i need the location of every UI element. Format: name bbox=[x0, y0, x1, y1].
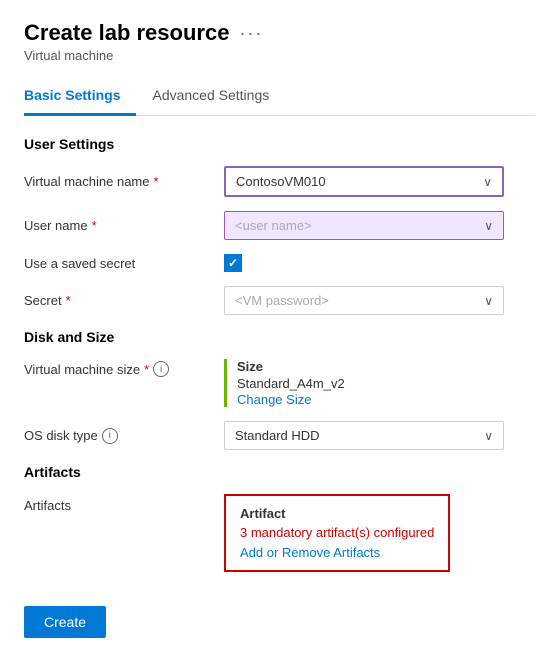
required-star-vm-name: * bbox=[154, 174, 159, 189]
section-artifacts: Artifacts bbox=[24, 464, 535, 480]
label-os-disk: OS disk type i bbox=[24, 428, 224, 444]
checkbox-saved-secret[interactable]: ✓ bbox=[224, 254, 242, 272]
check-icon: ✓ bbox=[228, 256, 238, 270]
control-os-disk: Standard HDD ∨ bbox=[224, 421, 535, 450]
chevron-icon-user-name: ∨ bbox=[484, 219, 493, 233]
control-secret: <VM password> ∨ bbox=[224, 286, 535, 315]
form-row-os-disk: OS disk type i Standard HDD ∨ bbox=[24, 421, 535, 450]
dropdown-os-disk-value: Standard HDD bbox=[235, 428, 484, 443]
tab-basic[interactable]: Basic Settings bbox=[24, 79, 136, 116]
checkbox-container-saved-secret: ✓ bbox=[224, 254, 242, 272]
dropdown-os-disk[interactable]: Standard HDD ∨ bbox=[224, 421, 504, 450]
control-saved-secret: ✓ bbox=[224, 254, 535, 272]
title-dots[interactable]: ··· bbox=[239, 23, 263, 44]
label-vm-name: Virtual machine name * bbox=[24, 174, 224, 189]
control-vm-name: ContosoVM010 ∨ bbox=[224, 166, 535, 197]
form-row-vm-size: Virtual machine size * i Size Standard_A… bbox=[24, 359, 535, 407]
form-row-artifacts: Artifacts Artifact 3 mandatory artifact(… bbox=[24, 494, 535, 572]
artifacts-box: Artifact 3 mandatory artifact(s) configu… bbox=[224, 494, 450, 572]
chevron-icon-secret: ∨ bbox=[484, 294, 493, 308]
dropdown-secret-placeholder: <VM password> bbox=[235, 293, 484, 308]
dropdown-vm-name-value: ContosoVM010 bbox=[236, 174, 483, 189]
size-label: Size bbox=[237, 359, 345, 374]
label-vm-size: Virtual machine size * i bbox=[24, 359, 224, 377]
control-vm-size: Size Standard_A4m_v2 Change Size bbox=[224, 359, 535, 407]
form-row-vm-name: Virtual machine name * ContosoVM010 ∨ bbox=[24, 166, 535, 197]
page-subtitle: Virtual machine bbox=[24, 48, 535, 63]
required-star-user-name: * bbox=[92, 218, 97, 233]
label-user-name: User name * bbox=[24, 218, 224, 233]
info-icon-vm-size[interactable]: i bbox=[153, 361, 169, 377]
form-row-user-name: User name * <user name> ∨ bbox=[24, 211, 535, 240]
label-saved-secret: Use a saved secret bbox=[24, 256, 224, 271]
form-row-secret: Secret * <VM password> ∨ bbox=[24, 286, 535, 315]
change-size-link[interactable]: Change Size bbox=[237, 392, 311, 407]
add-remove-artifacts-link[interactable]: Add or Remove Artifacts bbox=[240, 545, 380, 560]
create-button[interactable]: Create bbox=[24, 606, 106, 638]
dropdown-secret[interactable]: <VM password> ∨ bbox=[224, 286, 504, 315]
chevron-icon-os-disk: ∨ bbox=[484, 429, 493, 443]
size-value: Standard_A4m_v2 bbox=[237, 376, 345, 391]
artifact-title: Artifact bbox=[240, 506, 434, 521]
section-user-settings: User Settings bbox=[24, 136, 535, 152]
dropdown-user-name-placeholder: <user name> bbox=[235, 218, 484, 233]
info-icon-os-disk[interactable]: i bbox=[102, 428, 118, 444]
dropdown-user-name[interactable]: <user name> ∨ bbox=[224, 211, 504, 240]
artifact-mandatory-text: 3 mandatory artifact(s) configured bbox=[240, 525, 434, 540]
required-star-secret: * bbox=[66, 293, 71, 308]
tab-bar: Basic Settings Advanced Settings bbox=[24, 79, 535, 116]
section-disk-size: Disk and Size bbox=[24, 329, 535, 345]
tab-advanced[interactable]: Advanced Settings bbox=[152, 79, 285, 116]
form-row-saved-secret: Use a saved secret ✓ bbox=[24, 254, 535, 272]
control-artifacts: Artifact 3 mandatory artifact(s) configu… bbox=[224, 494, 535, 572]
page-title: Create lab resource bbox=[24, 20, 229, 46]
chevron-icon-vm-name: ∨ bbox=[483, 175, 492, 189]
size-panel: Size Standard_A4m_v2 Change Size bbox=[224, 359, 345, 407]
control-user-name: <user name> ∨ bbox=[224, 211, 535, 240]
label-artifacts: Artifacts bbox=[24, 494, 224, 513]
label-secret: Secret * bbox=[24, 293, 224, 308]
dropdown-vm-name[interactable]: ContosoVM010 ∨ bbox=[224, 166, 504, 197]
required-star-vm-size: * bbox=[144, 362, 149, 377]
